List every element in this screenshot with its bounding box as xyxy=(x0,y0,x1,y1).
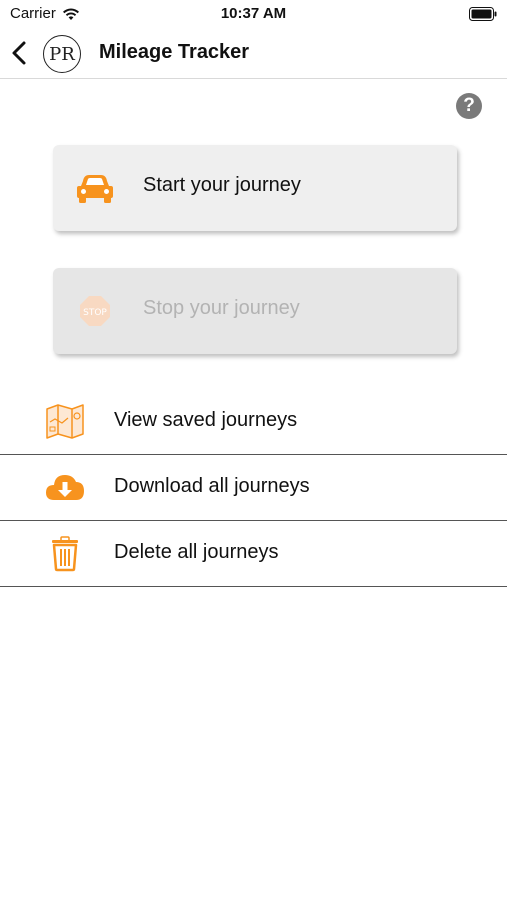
list-item-download-all[interactable]: Download all journeys xyxy=(0,455,507,521)
screen: Carrier 10:37 AM PR Mileage Tracker ? St… xyxy=(0,0,507,900)
start-journey-button[interactable]: Start your journey xyxy=(53,145,457,231)
page-title: Mileage Tracker xyxy=(99,41,250,63)
list-item-label: Delete all journeys xyxy=(114,541,279,563)
car-icon xyxy=(77,175,113,203)
list-item-label: View saved journeys xyxy=(114,409,298,431)
help-button[interactable]: ? xyxy=(456,93,482,119)
battery-icon xyxy=(469,7,497,25)
back-button[interactable] xyxy=(6,38,34,68)
chevron-left-icon xyxy=(12,41,26,65)
journey-options-list: View saved journeys Download all journey… xyxy=(0,389,507,587)
svg-text:STOP: STOP xyxy=(83,308,107,318)
cloud-download-icon xyxy=(46,475,84,500)
list-item-delete-all[interactable]: Delete all journeys xyxy=(0,521,507,587)
map-icon xyxy=(46,404,84,439)
question-icon: ? xyxy=(463,95,475,116)
list-item-label: Download all journeys xyxy=(114,475,310,497)
start-journey-label: Start your journey xyxy=(143,174,301,196)
status-bar: Carrier 10:37 AM xyxy=(0,0,507,28)
list-item-view-saved[interactable]: View saved journeys xyxy=(0,389,507,455)
status-time: 10:37 AM xyxy=(220,5,287,22)
stop-journey-button[interactable]: STOP Stop your journey xyxy=(53,268,457,354)
stop-journey-label: Stop your journey xyxy=(143,297,300,319)
logo: PR xyxy=(43,35,81,73)
logo-text: PR xyxy=(49,43,75,65)
stop-sign-icon: STOP xyxy=(80,296,110,326)
trash-icon xyxy=(52,536,78,572)
nav-bar: PR Mileage Tracker xyxy=(0,28,507,79)
